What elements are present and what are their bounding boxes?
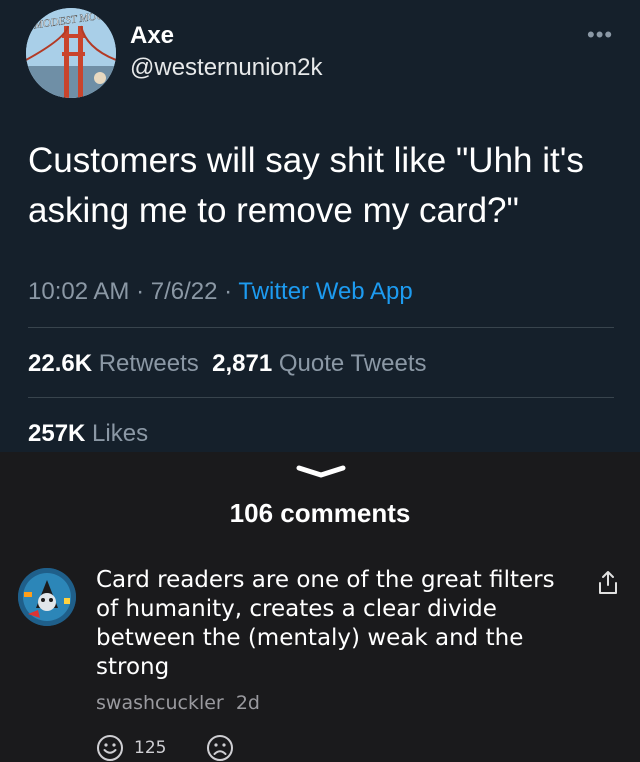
- smiley-upvote-icon[interactable]: [96, 734, 124, 762]
- tweet-card: MODEST MOUSE Axe @westernunion2k ••• Cus…: [0, 0, 640, 452]
- meta-separator: ·: [217, 278, 239, 305]
- quote-tweets-stat[interactable]: 2,871 Quote Tweets: [212, 350, 426, 377]
- quote-tweets-label: Quote Tweets: [278, 350, 427, 377]
- tweet-date[interactable]: 7/6/22: [151, 278, 218, 305]
- meta-separator: ·: [129, 278, 151, 305]
- tweet-text: Customers will say shit like "Uhh it's a…: [28, 141, 584, 230]
- tweet-time[interactable]: 10:02 AM: [28, 278, 129, 305]
- retweets-count: 22.6K: [28, 350, 93, 377]
- quote-tweets-count: 2,871: [212, 350, 273, 377]
- share-icon[interactable]: [596, 570, 620, 596]
- avatar-image: MODEST MOUSE: [26, 8, 116, 98]
- comment-age: 2d: [235, 692, 260, 714]
- retweets-label: Retweets: [98, 350, 199, 377]
- engagement-stats: 22.6K Retweets 2,871 Quote Tweets: [28, 350, 427, 378]
- comments-sheet: 106 comments Card readers are one of the…: [0, 452, 640, 761]
- upvote-count: 125: [134, 738, 167, 758]
- collapse-chevron-icon[interactable]: [296, 464, 346, 478]
- likes-stat[interactable]: 257K Likes: [28, 420, 148, 448]
- comment-meta: swashcuckler 2d: [96, 692, 260, 714]
- comments-count-title: 106 comments: [229, 498, 411, 528]
- comment-author[interactable]: swashcuckler: [96, 692, 224, 714]
- user-avatar[interactable]: MODEST MOUSE: [26, 8, 116, 98]
- commenter-avatar-image: [18, 568, 76, 626]
- retweets-stat[interactable]: 22.6K Retweets: [28, 350, 199, 377]
- display-name[interactable]: Axe: [130, 22, 174, 50]
- comment-text: Card readers are one of the great filter…: [96, 567, 555, 680]
- divider: [28, 397, 614, 398]
- ellipsis-icon[interactable]: •••: [587, 22, 613, 48]
- likes-count: 257K: [28, 420, 86, 447]
- likes-label: Likes: [92, 420, 149, 447]
- divider: [28, 327, 614, 328]
- commenter-avatar[interactable]: [18, 568, 76, 626]
- frown-downvote-icon[interactable]: [206, 734, 234, 762]
- tweet-meta: 10:02 AM · 7/6/22 · Twitter Web App: [28, 278, 413, 306]
- user-handle[interactable]: @westernunion2k: [130, 54, 322, 82]
- source-app-link[interactable]: Twitter Web App: [238, 278, 412, 305]
